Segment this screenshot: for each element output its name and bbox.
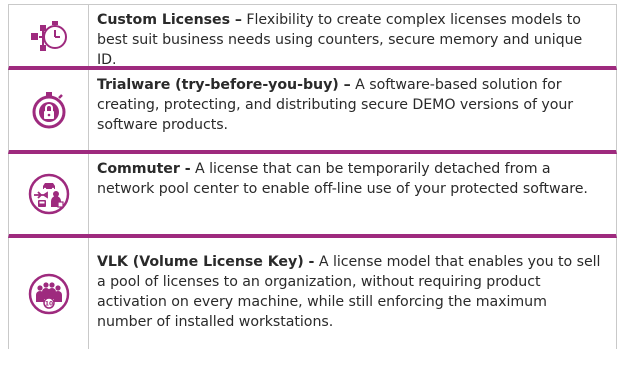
svg-text:10: 10: [44, 300, 52, 307]
license-title: VLK (Volume License Key) -: [97, 254, 315, 270]
commuter-travel-icon: [28, 173, 70, 215]
group-users-icon: 10: [28, 273, 70, 315]
license-title: Trialware (try-before-you-buy) –: [97, 77, 351, 93]
license-description: VLK (Volume License Key) - A license mod…: [88, 238, 616, 349]
stopwatch-lock-icon: [29, 90, 69, 130]
icon-cell: [9, 5, 88, 66]
license-models-table: Custom Licenses – Flexibility to create …: [8, 4, 617, 349]
icon-cell: 10: [9, 238, 88, 349]
license-row-commuter: Commuter - A license that can be tempora…: [8, 154, 617, 238]
license-title: Custom Licenses –: [97, 12, 242, 28]
license-row-trialware: Trialware (try-before-you-buy) – A softw…: [8, 70, 617, 154]
license-row-custom: Custom Licenses – Flexibility to create …: [8, 5, 617, 70]
flowchart-timer-icon: [29, 16, 69, 56]
license-row-vlk: 10 VLK (Volume License Key) - A license …: [8, 238, 617, 349]
license-description: Trialware (try-before-you-buy) – A softw…: [88, 70, 616, 150]
license-description: Commuter - A license that can be tempora…: [88, 154, 616, 234]
license-description: Custom Licenses – Flexibility to create …: [88, 5, 616, 68]
license-title: Commuter -: [97, 161, 191, 177]
icon-cell: [9, 154, 88, 234]
icon-cell: [9, 70, 88, 150]
